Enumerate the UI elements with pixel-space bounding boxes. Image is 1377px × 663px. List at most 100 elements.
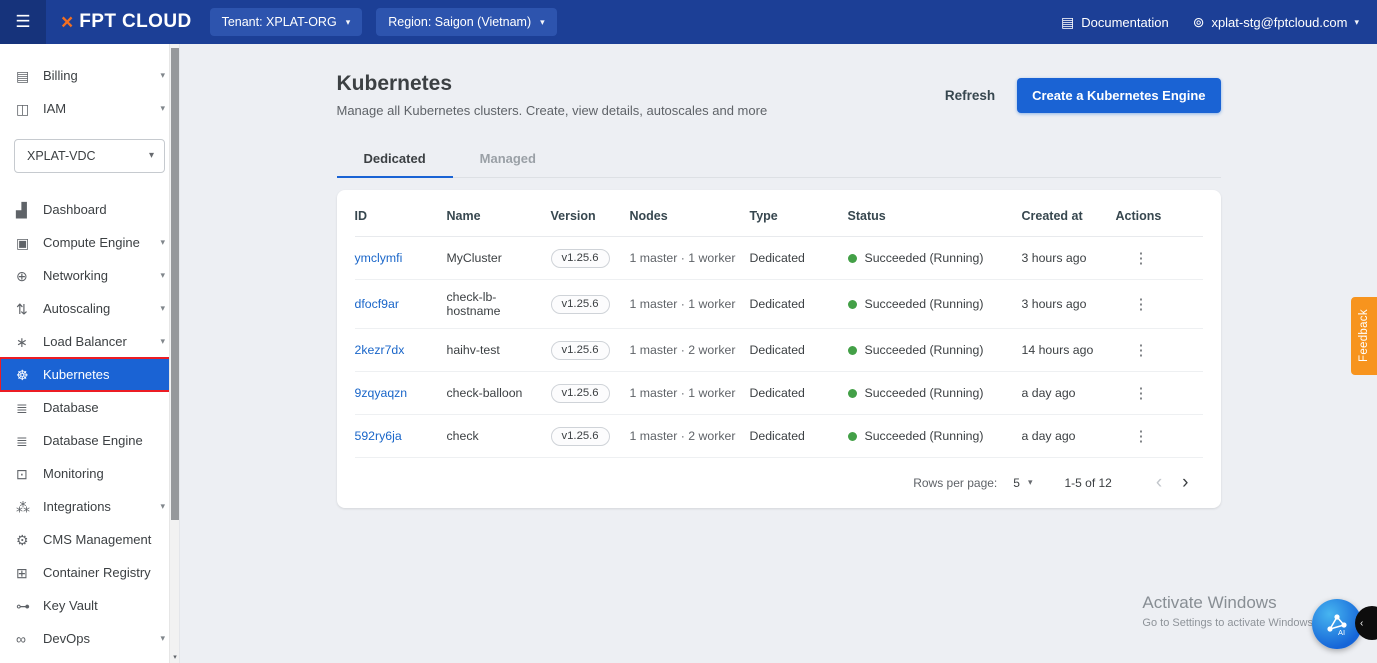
cell-actions: ⋮: [1115, 328, 1203, 373]
cell-version: v1.25.6: [550, 279, 630, 330]
account-menu[interactable]: ⊚ xplat-stg@fptcloud.com ▾: [1193, 15, 1359, 30]
sidebar-item-label: Integrations: [43, 499, 111, 514]
scrollbar-thumb[interactable]: [171, 48, 179, 520]
tenant-selector[interactable]: Tenant: XPLAT-ORG ▾: [209, 8, 363, 36]
rows-per-page-select[interactable]: 5 ▾: [1013, 476, 1032, 490]
chevron-down-icon: ▾: [160, 70, 165, 80]
status-dot-icon: [847, 388, 857, 398]
sidebar-scrollbar[interactable]: ▾: [169, 44, 179, 663]
row-actions-button[interactable]: ⋮: [1128, 382, 1155, 404]
column-header: Nodes: [629, 192, 750, 238]
cell-actions: ⋮: [1115, 371, 1203, 416]
activate-windows-watermark: Activate Windows Go to Settings to activ…: [1142, 593, 1313, 629]
sidebar-item-label: Load Balancer: [43, 334, 127, 349]
cell-id: ymclymfi: [354, 236, 447, 281]
caret-down-icon: ▾: [1354, 16, 1359, 27]
sidebar-item-kubernetes[interactable]: ☸ Kubernetes ▾: [0, 357, 179, 392]
sidebar-item-label: Database Engine: [43, 433, 143, 448]
sidebar-item-compute-engine[interactable]: ▣ Compute Engine ▾: [0, 226, 179, 259]
cluster-id-link[interactable]: 9zqyaqzn: [355, 386, 408, 400]
row-actions-button[interactable]: ⋮: [1128, 247, 1155, 269]
cell-type: Dedicated: [749, 328, 848, 373]
cell-created-at: a day ago: [1021, 371, 1116, 416]
table-row: 592ry6ja check v1.25.6 1 master · 2 work…: [354, 414, 1203, 459]
sidebar-item-label: DevOps: [43, 631, 90, 646]
sidebar-item-networking[interactable]: ⊕ Networking ▾: [0, 259, 179, 292]
cell-version: v1.25.6: [550, 328, 630, 373]
cluster-id-link[interactable]: dfocf9ar: [355, 297, 399, 311]
sidebar-item-cms-management[interactable]: ⚙ CMS Management ▾: [0, 523, 179, 556]
chevron-down-icon: ▾: [160, 501, 165, 511]
sidebar-item-key-vault[interactable]: ⊶ Key Vault ▾: [0, 589, 179, 622]
sidebar-item-label: Autoscaling: [43, 301, 111, 316]
refresh-button[interactable]: Refresh: [945, 88, 995, 103]
sidebar-item-monitoring[interactable]: ⊡ Monitoring ▾: [0, 457, 179, 490]
sidebar-item-autoscaling[interactable]: ⇅ Autoscaling ▾: [0, 292, 179, 325]
rows-per-page-label: Rows per page:: [913, 475, 998, 490]
documentation-link[interactable]: ▤ Documentation: [1061, 15, 1169, 30]
cell-nodes: 1 master · 2 worker: [629, 414, 750, 459]
sidebar-item-integrations[interactable]: ⁂ Integrations ▾: [0, 490, 179, 523]
row-actions-button[interactable]: ⋮: [1128, 425, 1155, 447]
billing-icon: ▤: [16, 67, 30, 84]
compute-icon: ▣: [16, 234, 30, 251]
page-subtitle: Manage all Kubernetes clusters. Create, …: [336, 103, 768, 119]
iam-icon: ◫: [16, 100, 30, 117]
menu-button[interactable]: ☰: [0, 0, 46, 44]
feedback-tab[interactable]: Feedback: [1351, 297, 1377, 375]
vdc-selector[interactable]: XPLAT-VDC ▾: [14, 139, 165, 173]
scroll-down-icon[interactable]: ▾: [170, 653, 180, 661]
column-header: Created at: [1021, 192, 1116, 238]
status-dot-icon: [847, 431, 857, 441]
sidebar-item-dashboard[interactable]: ▟ Dashboard ▾: [0, 193, 179, 226]
cell-nodes: 1 master · 1 worker: [629, 236, 750, 281]
cluster-id-link[interactable]: ymclymfi: [355, 251, 403, 265]
row-actions-button[interactable]: ⋮: [1128, 293, 1155, 315]
cluster-id-link[interactable]: 2kezr7dx: [355, 343, 405, 357]
sidebar-item-label: Kubernetes: [43, 367, 110, 382]
pagination-range: 1-5 of 12: [1064, 475, 1112, 490]
sidebar-item-container-registry[interactable]: ⊞ Container Registry ▾: [0, 556, 179, 589]
sidebar-item-label: Key Vault: [43, 598, 98, 613]
region-selector[interactable]: Region: Saigon (Vietnam) ▾: [376, 8, 557, 36]
sidebar-item-iam[interactable]: ◫ IAM ▾: [0, 92, 179, 125]
cell-id: 2kezr7dx: [354, 328, 447, 373]
sidebar-item-devops[interactable]: ∞ DevOps ▾: [0, 622, 179, 655]
status-text: Succeeded (Running): [864, 343, 984, 358]
caret-down-icon: ▾: [540, 16, 545, 27]
next-page-button[interactable]: ›: [1172, 473, 1198, 492]
cluster-id-link[interactable]: 592ry6ja: [355, 429, 402, 443]
chevron-down-icon: ▾: [160, 103, 165, 113]
version-chip: v1.25.6: [550, 340, 610, 360]
status-text: Succeeded (Running): [864, 386, 984, 401]
clusters-table: ID Name Version Nodes Type Status Create…: [354, 192, 1203, 459]
status-badge: Succeeded (Running): [847, 343, 1016, 358]
sidebar-main-group: ▟ Dashboard ▾ ▣ Compute Engine ▾ ⊕ Netwo…: [0, 193, 179, 655]
cell-created-at: 14 hours ago: [1021, 328, 1116, 373]
sidebar-item-database-engine[interactable]: ≣ Database Engine ▾: [0, 424, 179, 457]
main-content: Kubernetes Manage all Kubernetes cluster…: [180, 44, 1377, 663]
version-chip: v1.25.6: [550, 248, 610, 268]
sidebar-item-database[interactable]: ≣ Database ▾: [0, 391, 179, 424]
cell-actions: ⋮: [1115, 236, 1203, 281]
sidebar-item-billing[interactable]: ▤ Billing ▾: [0, 59, 179, 92]
tab-dedicated[interactable]: Dedicated: [336, 142, 453, 179]
chevron-down-icon: ▾: [160, 633, 165, 643]
column-header: Type: [749, 192, 848, 238]
monitoring-icon: ⊡: [16, 465, 28, 482]
row-actions-button[interactable]: ⋮: [1128, 339, 1155, 361]
sidebar-item-label: Container Registry: [43, 565, 151, 580]
column-header: Status: [847, 192, 1022, 238]
brand-logo: × FPT CLOUD: [61, 11, 192, 33]
sidebar-item-load-balancer[interactable]: ∗ Load Balancer ▾: [0, 325, 179, 358]
sidebar-item-label: Database: [43, 400, 99, 415]
watermark-title: Activate Windows: [1142, 593, 1277, 612]
chevron-down-icon: ▾: [160, 303, 165, 313]
topbar-right: ▤ Documentation ⊚ xplat-stg@fptcloud.com…: [1061, 15, 1377, 30]
cms-icon: ⚙: [16, 531, 29, 548]
create-kubernetes-engine-button[interactable]: Create a Kubernetes Engine: [1017, 78, 1221, 113]
tab-managed[interactable]: Managed: [453, 142, 563, 177]
cell-type: Dedicated: [749, 414, 848, 459]
cell-id: 9zqyaqzn: [354, 371, 447, 416]
prev-page-button[interactable]: ‹: [1146, 473, 1172, 492]
